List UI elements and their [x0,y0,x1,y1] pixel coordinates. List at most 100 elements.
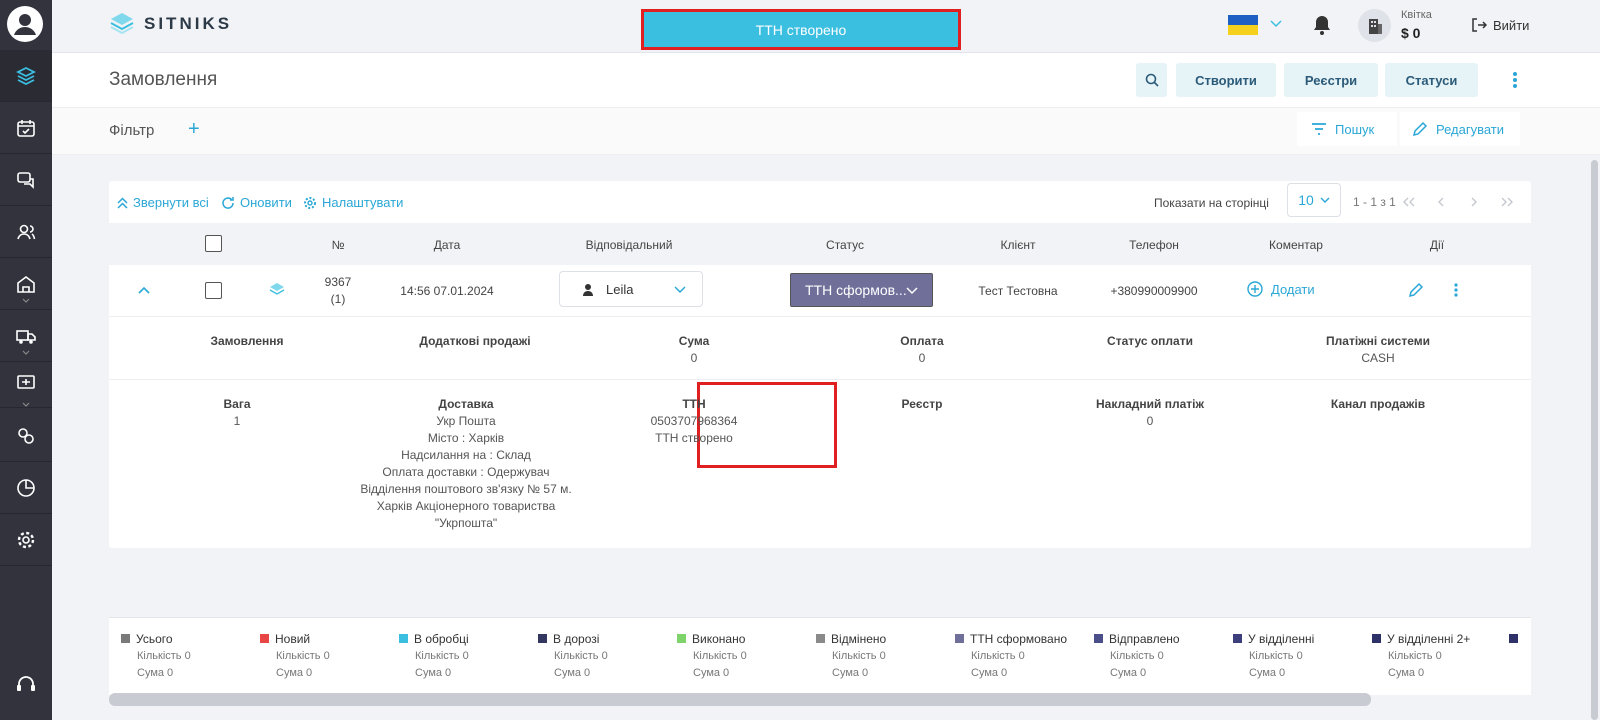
building-icon [1368,18,1382,34]
refresh-button[interactable]: Оновити [221,195,292,210]
pencil-icon[interactable] [1408,282,1424,298]
filter-search-label: Пошук [1335,121,1375,137]
chevron-up-icon[interactable] [138,286,150,294]
more-vertical-icon[interactable] [1512,70,1518,90]
summary-label: Відмінено [831,632,887,646]
content-area: Звернути всі Оновити Налаштувати Показат… [52,155,1588,720]
status-color-swatch [260,634,269,643]
summary-item[interactable]: Новий Кількість 0 Сума 0 [260,632,330,680]
summary-item[interactable]: Виконано Кількість 0 Сума 0 [677,632,747,680]
status-select[interactable]: ТТН сформов... [790,273,933,307]
summary-item[interactable]: Відправлено Кількість 0 Сума 0 [1094,632,1180,680]
per-page-label: Показати на сторінці [1154,196,1269,210]
summary-item[interactable]: У відділенні 2+ Кількість 0 Сума 0 [1372,632,1470,680]
summary-sum: Сума 0 [1249,667,1286,679]
search-icon [1145,73,1159,87]
logout-button[interactable]: Вийти [1471,17,1529,33]
plus-circle-icon [1247,281,1263,297]
order-number[interactable]: 9367 [325,275,352,289]
column-comment[interactable]: Коментар [1269,238,1323,252]
last-page-button[interactable] [1498,193,1516,211]
summary-item-partial [1509,632,1524,646]
company-avatar[interactable] [1358,9,1391,42]
column-status[interactable]: Статус [826,238,864,252]
sidebar-item-orders[interactable] [0,50,52,102]
filter-search-button[interactable]: Пошук [1297,112,1397,146]
logout-label: Вийти [1493,17,1530,33]
detail-sales-channel-label: Канал продажів [1330,397,1426,411]
delivery-line: Відділення поштового зв'язку № 57 м. [360,482,572,496]
column-phone[interactable]: Телефон [1129,238,1179,252]
add-comment-button[interactable]: Додати [1247,281,1315,297]
detail-register-label: Реєстр [901,397,943,411]
detail-payment: Оплата 0 [900,333,943,367]
summary-label: Новий [275,632,311,646]
summary-item[interactable]: У відділенні Кількість 0 Сума 0 [1233,632,1314,680]
detail-extra-sales: Додаткові продажі [419,333,530,350]
detail-cod: Накладний платіж 0 [1096,396,1204,430]
order-item-count: (1) [330,292,346,306]
detail-cod-label: Накладний платіж [1095,397,1205,411]
summary-label: В обробці [414,632,469,646]
summary-qty: Кількість 0 [137,650,191,662]
user-avatar[interactable] [7,6,43,42]
first-page-button[interactable] [1400,193,1418,211]
detail-payment-label: Оплата [900,334,944,348]
source-layers-icon [269,283,285,295]
summary-qty: Кількість 0 [1388,650,1442,662]
horizontal-scrollbar[interactable] [109,693,1371,706]
column-client[interactable]: Клієнт [1001,238,1036,252]
summary-item[interactable]: Відмінено Кількість 0 Сума 0 [816,632,886,680]
sidebar-item-integrations[interactable] [0,410,52,462]
sidebar-item-clients[interactable] [0,206,52,258]
column-number[interactable]: № [332,238,345,252]
add-filter-button[interactable]: + [188,118,200,141]
status-color-swatch [399,634,408,643]
summary-item[interactable]: Усього Кількість 0 Сума 0 [121,632,191,680]
client-phone[interactable]: +380990009900 [1110,284,1197,298]
chevron-down-icon[interactable] [1270,20,1282,28]
users-icon [17,224,36,239]
sidebar-item-calendar[interactable] [0,102,52,154]
chevrons-right-icon [1501,197,1513,207]
create-button[interactable]: Створити [1176,63,1276,97]
registers-button[interactable]: Реєстри [1284,63,1378,97]
summary-item[interactable]: ТТН сформовано Кількість 0 Сума 0 [955,632,1067,680]
vertical-scrollbar[interactable] [1591,160,1598,720]
delivery-line: Місто : Харків [427,431,505,445]
search-button[interactable] [1136,63,1167,97]
column-date[interactable]: Дата [434,238,461,252]
sidebar-item-settings[interactable] [0,514,52,566]
row-checkbox[interactable] [205,282,222,299]
responsible-select[interactable]: Leila [559,271,703,307]
refresh-icon [222,196,234,209]
sidebar-item-support[interactable] [0,658,52,710]
brand-logo[interactable]: SITNIKS [108,10,232,38]
sidebar-item-finance[interactable] [0,356,52,408]
next-page-button[interactable] [1465,193,1483,211]
chevrons-up-icon [117,196,128,209]
table-row[interactable]: 9367 (1) 14:56 07.01.2024 Leila ТТН сфор… [109,265,1531,317]
summary-sum: Сума 0 [415,667,452,679]
client-name[interactable]: Тест Тестовна [978,284,1057,298]
logo-icon [110,13,134,35]
statuses-button[interactable]: Статуси [1385,63,1478,97]
ttn-number[interactable]: 0503707968364 [651,413,738,430]
sidebar-item-chats[interactable] [0,154,52,206]
more-vertical-icon[interactable] [1453,282,1459,298]
table-settings-button[interactable]: Налаштувати [303,195,403,210]
collapse-all-button[interactable]: Звернути всі [117,195,209,210]
summary-item[interactable]: В обробці Кількість 0 Сума 0 [399,632,469,680]
sidebar-item-analytics[interactable] [0,462,52,514]
status-color-swatch [1233,634,1242,643]
select-all-checkbox[interactable] [205,235,222,252]
delivery-line: Оплата доставки : Одержувач [382,465,550,479]
filter-edit-button[interactable]: Редагувати [1400,112,1520,146]
per-page-select[interactable]: 10 [1287,183,1341,217]
bell-icon[interactable] [1312,14,1332,36]
column-actions: Дії [1429,238,1445,252]
column-responsible[interactable]: Відповідальний [586,238,673,252]
summary-item[interactable]: В дорозі Кількість 0 Сума 0 [538,632,608,680]
language-flag-ua[interactable] [1228,15,1258,35]
prev-page-button[interactable] [1432,193,1450,211]
